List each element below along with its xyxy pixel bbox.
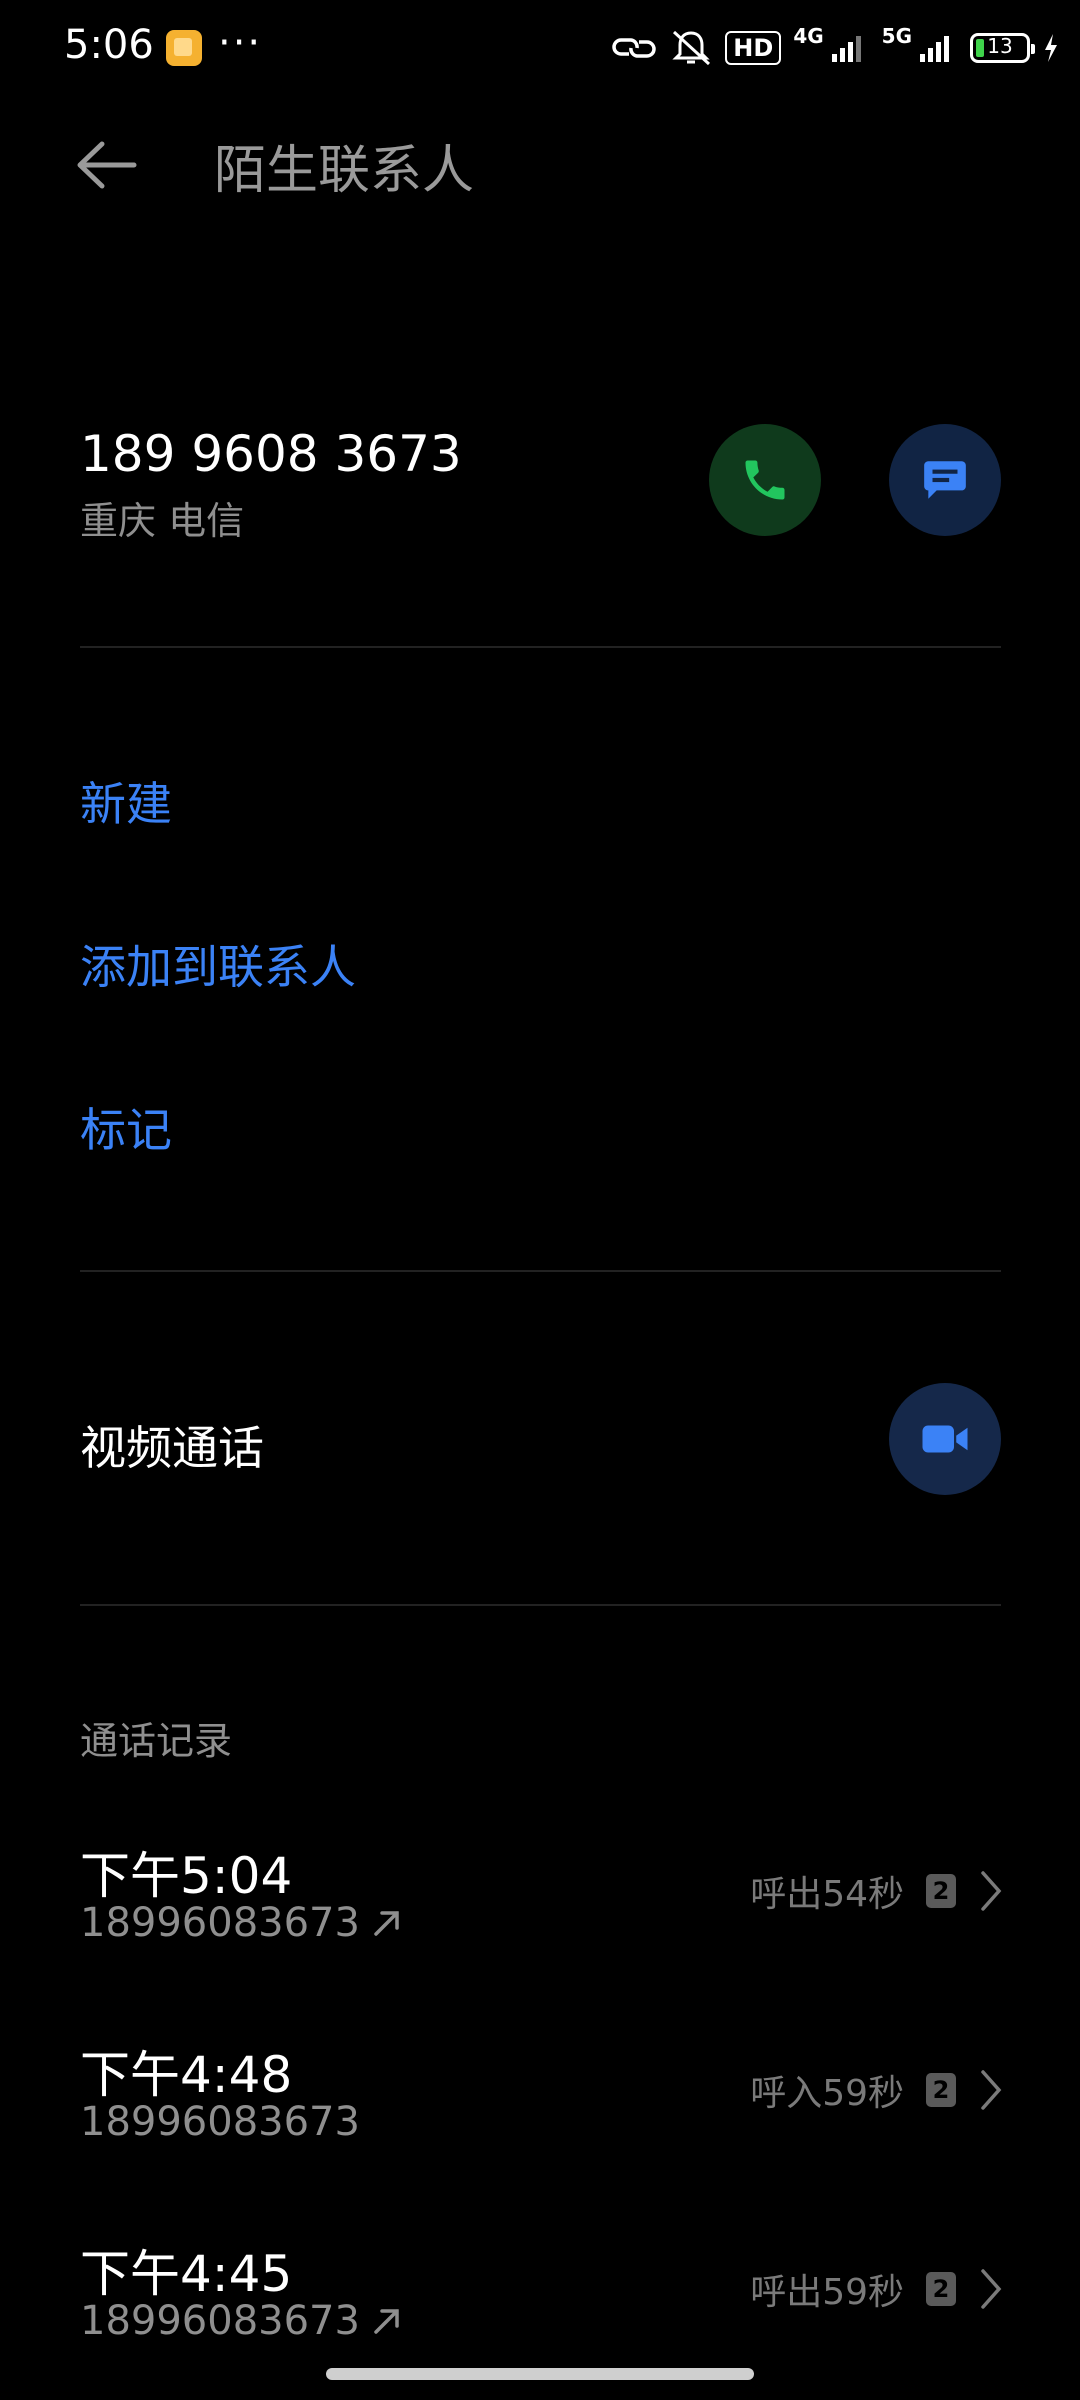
home-indicator[interactable] xyxy=(326,2368,754,2380)
call-log-number-row: 18996083673 xyxy=(80,1900,404,1946)
call-log-number: 18996083673 xyxy=(80,2099,360,2145)
signal-icon-1 xyxy=(831,36,861,62)
call-log-status: 呼入59秒 xyxy=(750,2073,904,2114)
chevron-right-icon xyxy=(981,2070,1002,2110)
number-location: 重庆 电信 xyxy=(80,499,245,543)
video-camera-icon xyxy=(922,1425,968,1453)
back-arrow-icon xyxy=(77,141,137,189)
status-time: 5:06 xyxy=(64,22,154,68)
network-5g-label: 5G xyxy=(881,24,912,48)
back-button[interactable] xyxy=(70,130,150,200)
battery-icon: 13 xyxy=(970,33,1035,63)
signal-icon-2 xyxy=(920,36,949,62)
call-log-detail-button[interactable]: 呼入59秒 2 xyxy=(750,2064,1004,2116)
page-title: 陌生联系人 xyxy=(214,141,475,201)
message-button[interactable] xyxy=(889,424,1001,536)
chevron-right-icon xyxy=(981,1871,1002,1911)
sim-badge: 2 xyxy=(926,2272,956,2306)
call-log-detail-button[interactable]: 呼出54秒 2 xyxy=(750,1865,1004,1917)
divider xyxy=(80,646,1001,648)
call-log-number-row: 18996083673 xyxy=(80,2099,360,2145)
network-4g-label: 4G xyxy=(793,24,824,48)
call-log-status: 呼出59秒 xyxy=(750,2272,904,2313)
chevron-right-icon xyxy=(981,2269,1002,2309)
new-contact-link[interactable]: 新建 xyxy=(80,768,172,834)
outgoing-arrow-icon xyxy=(374,2309,399,2334)
sim-badge: 2 xyxy=(926,1874,956,1908)
hd-voice-icon: HD xyxy=(725,31,782,65)
call-log-number: 18996083673 xyxy=(80,1900,360,1946)
divider xyxy=(80,1270,1001,1272)
add-to-contacts-link[interactable]: 添加到联系人 xyxy=(80,931,356,997)
charging-icon xyxy=(1045,34,1057,62)
bell-muted-icon xyxy=(672,30,711,66)
link-icon xyxy=(612,38,657,58)
more-notifications-icon: ··· xyxy=(218,20,263,66)
call-log-time: 下午4:45 xyxy=(80,2245,293,2303)
call-log-title: 通话记录 xyxy=(80,1719,233,1763)
status-icons: HD 4G 5G 13 xyxy=(611,24,1060,72)
message-icon xyxy=(924,461,966,499)
divider xyxy=(80,1604,1001,1606)
call-log-time: 下午5:04 xyxy=(80,1847,293,1905)
video-call-label: 视频通话 xyxy=(80,1421,264,1475)
sim-badge: 2 xyxy=(926,2073,956,2107)
phone-icon xyxy=(745,460,785,500)
call-log-time: 下午4:48 xyxy=(80,2046,293,2104)
outgoing-arrow-icon xyxy=(374,1911,399,1936)
call-log-number-row: 18996083673 xyxy=(80,2298,404,2344)
phone-number: 189 9608 3673 xyxy=(80,425,462,483)
status-bar: 5:06 ··· HD 4G 5G 13 xyxy=(0,0,1080,96)
battery-level: 13 xyxy=(987,34,1013,58)
mark-link[interactable]: 标记 xyxy=(80,1094,172,1160)
call-log-detail-button[interactable]: 呼出59秒 2 xyxy=(750,2263,1004,2315)
notes-app-icon xyxy=(166,30,202,66)
call-button[interactable] xyxy=(709,424,821,536)
call-log-number: 18996083673 xyxy=(80,2298,360,2344)
call-log-status: 呼出54秒 xyxy=(750,1874,904,1915)
video-call-button[interactable] xyxy=(889,1383,1001,1495)
